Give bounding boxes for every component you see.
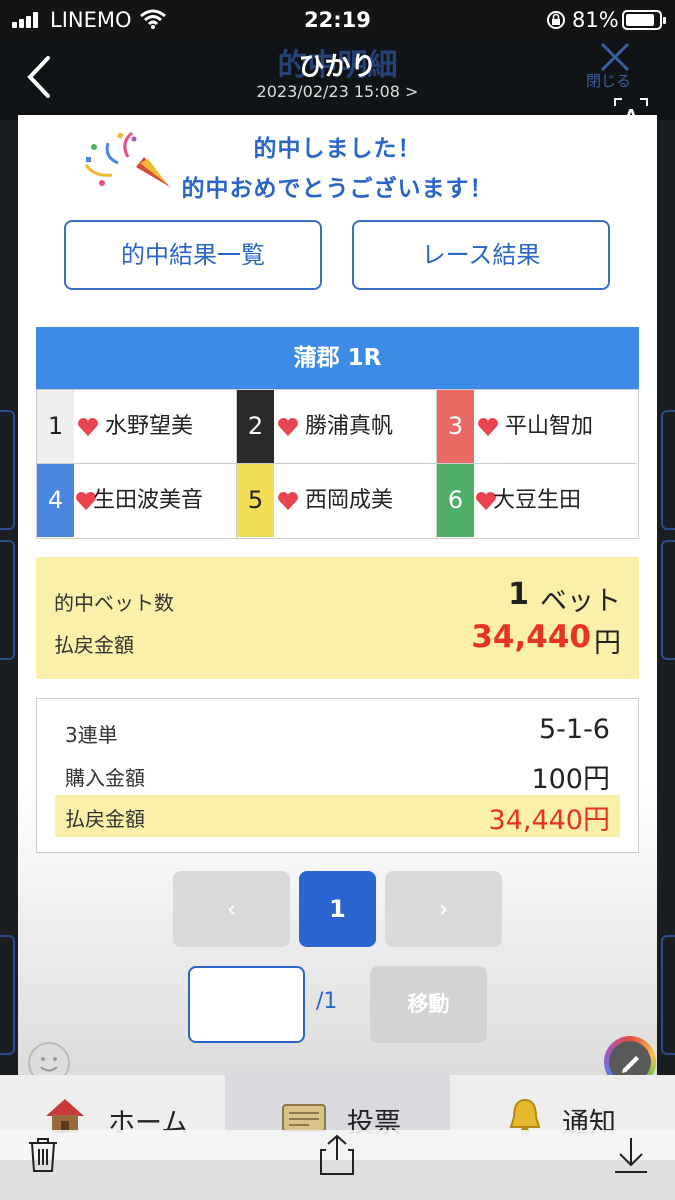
racer-number: 6 [437, 464, 474, 537]
hit-detail-card: 的中しました！ 的中おめでとうございます！ 的中結果一覧 レース結果 蒲郡 1R… [18, 115, 657, 1075]
heart-icon[interactable] [477, 416, 499, 438]
detail-payout-value: 34,440円 [488, 805, 610, 836]
status-bar: LINEMO 22:19 81% [0, 0, 675, 40]
page-total: /1 [316, 989, 338, 1014]
bet-type-label: 3連単 [65, 723, 118, 747]
payout-value: 34,440 [471, 619, 591, 655]
background-page-right [657, 120, 675, 1075]
payout-label: 払戻金額 [54, 633, 134, 657]
current-page-button[interactable]: 1 [299, 871, 376, 947]
racer-cell-4: 4 生田波美音 [37, 464, 237, 538]
racer-grid: 1 水野望美 2 勝浦真帆 3 平山智加 4 生田波美音 5 西岡成美 6 大豆… [36, 389, 639, 539]
share-icon[interactable] [318, 1134, 356, 1176]
bets-unit: ベット [540, 586, 621, 617]
racer-cell-5: 5 西岡成美 [237, 464, 437, 538]
racer-name: 勝浦真帆 [305, 414, 394, 439]
move-button[interactable]: 移動 [370, 966, 487, 1043]
bet-detail: 3連単 5-1-6 購入金額 100円 払戻金額 34,440円 [36, 698, 639, 853]
racer-cell-3: 3 平山智加 [437, 390, 637, 464]
purchase-label: 購入金額 [65, 766, 145, 790]
download-icon[interactable] [612, 1134, 650, 1176]
racer-name: 平山智加 [505, 414, 594, 439]
hit-results-button[interactable]: 的中結果一覧 [64, 220, 322, 290]
detail-payout-label: 払戻金額 [65, 807, 145, 831]
race-results-button[interactable]: レース結果 [352, 220, 610, 290]
close-label[interactable]: 閉じる [586, 70, 631, 91]
prev-page-button[interactable]: ‹ [173, 871, 290, 947]
race-label: 蒲郡 1R [36, 327, 639, 389]
bets-label: 的中ベット数 [54, 591, 174, 615]
racer-number: 5 [237, 464, 274, 537]
bet-type-value: 5-1-6 [538, 714, 610, 745]
racer-name: 水野望美 [105, 414, 194, 439]
celebration-line-2: 的中おめでとうございます！ [181, 176, 494, 202]
racer-number: 1 [37, 390, 74, 463]
sender-title: ひかり [298, 52, 377, 82]
racer-name: 大豆生田 [493, 488, 582, 513]
racer-number: 2 [237, 390, 274, 463]
viewer-header: 的中明細 ひかり 2023/02/23 15:08 > 閉じる A [0, 40, 675, 132]
purchase-value: 100円 [531, 764, 610, 795]
racer-number: 4 [37, 464, 74, 537]
photo-toolbar [0, 1130, 675, 1200]
celebration-line-1: 的中しました！ [253, 136, 422, 162]
post-datetime[interactable]: 2023/02/23 15:08 > [0, 82, 675, 101]
battery-icon [622, 10, 666, 30]
background-page-left [0, 120, 18, 1075]
racer-name: 生田波美音 [93, 488, 204, 513]
racer-cell-2: 2 勝浦真帆 [237, 390, 437, 464]
next-page-button[interactable]: › [385, 871, 502, 947]
racer-number: 3 [437, 390, 474, 463]
trash-icon[interactable] [26, 1136, 60, 1174]
rotation-lock-icon [547, 11, 565, 29]
heart-icon[interactable] [77, 416, 99, 438]
racer-cell-6: 6 大豆生田 [437, 464, 637, 538]
racer-name: 西岡成美 [305, 488, 394, 513]
racer-cell-1: 1 水野望美 [37, 390, 237, 464]
bets-value: 1 [508, 577, 529, 612]
battery-percent: 81% [572, 8, 619, 32]
heart-icon[interactable] [277, 490, 299, 512]
page-number-input[interactable] [188, 966, 305, 1043]
hit-summary: 的中ベット数 1 ベット 払戻金額 34,440 円 [36, 557, 639, 679]
heart-icon[interactable] [277, 416, 299, 438]
payout-highlight: 払戻金額 34,440円 [55, 795, 620, 837]
payout-unit: 円 [594, 628, 621, 659]
